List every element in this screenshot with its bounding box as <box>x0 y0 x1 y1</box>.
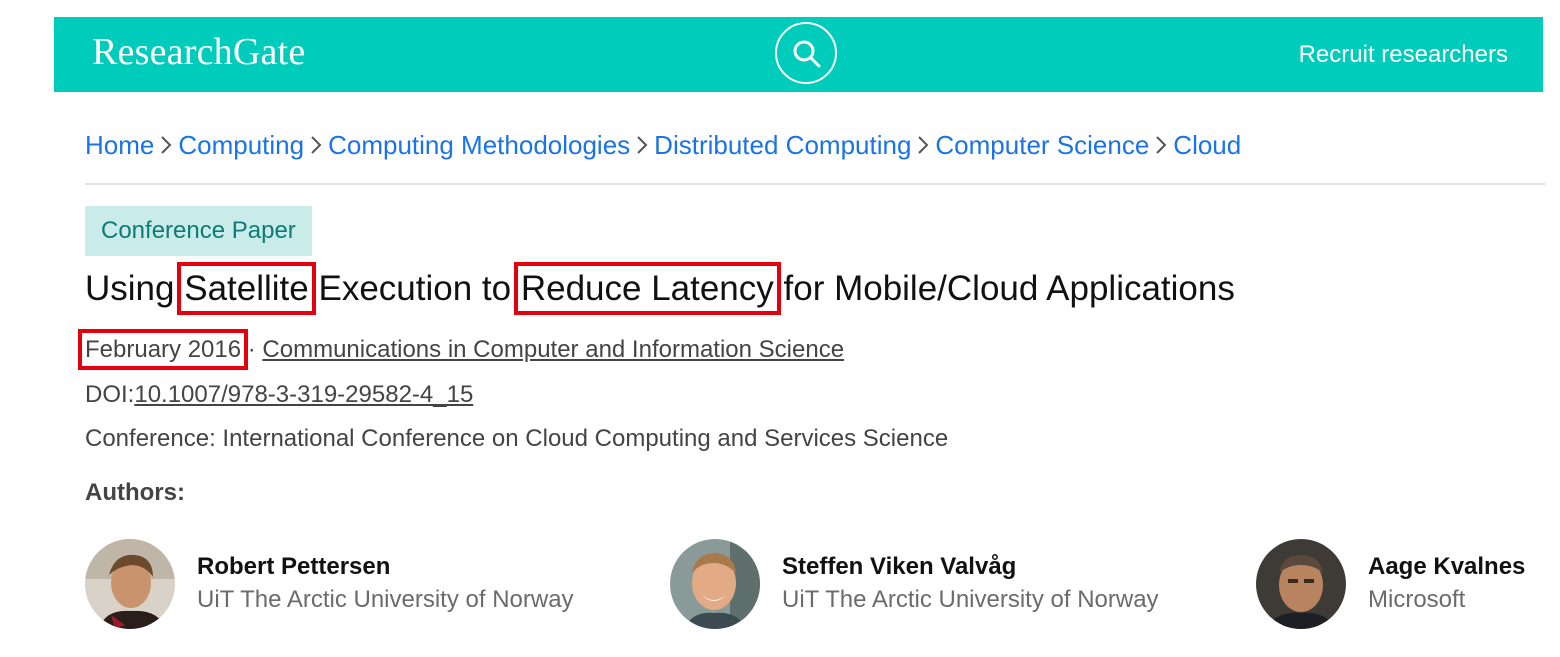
top-navbar: ResearchGate Recruit researchers <box>54 17 1543 92</box>
author-affiliation[interactable]: UiT The Arctic University of Norway <box>197 586 574 614</box>
author-name[interactable]: Robert Pettersen <box>197 553 390 581</box>
conference-info: Conference: International Conference on … <box>85 425 949 452</box>
doi-line: DOI:10.1007/978-3-319-29582-4_15 <box>85 381 473 409</box>
title-highlight-satellite: Satellite <box>177 262 316 315</box>
breadcrumb-computing[interactable]: Computing <box>178 130 304 160</box>
author-name[interactable]: Aage Kvalnes <box>1368 553 1525 581</box>
breadcrumb-home[interactable]: Home <box>85 130 154 160</box>
search-button[interactable] <box>775 22 837 84</box>
title-part: for Mobile/Cloud Applications <box>773 269 1235 308</box>
breadcrumb-cloud[interactable]: Cloud <box>1173 130 1241 160</box>
breadcrumb-distributed-computing[interactable]: Distributed Computing <box>654 130 911 160</box>
author-name[interactable]: Steffen Viken Valvåg <box>782 553 1016 581</box>
author-affiliation[interactable]: UiT The Arctic University of Norway <box>782 586 1159 614</box>
search-icon <box>793 40 821 68</box>
breadcrumb-computer-science[interactable]: Computer Science <box>935 130 1149 160</box>
divider <box>85 183 1545 185</box>
publication-date: February 2016 <box>77 329 249 370</box>
author-avatar[interactable] <box>1256 539 1346 629</box>
authors-label: Authors: <box>85 479 185 506</box>
author-avatar[interactable] <box>670 539 760 629</box>
author-avatar[interactable] <box>85 539 175 629</box>
breadcrumb: Home Computing Computing Methodologies Dist… <box>85 130 1241 163</box>
doi-link[interactable]: 10.1007/978-3-319-29582-4_15 <box>134 381 473 408</box>
paper-type-badge: Conference Paper <box>85 206 312 256</box>
author-card[interactable]: Aage Kvalnes Microsoft <box>1256 539 1556 631</box>
breadcrumb-computing-methodologies[interactable]: Computing Methodologies <box>328 130 630 160</box>
title-highlight-reduce-latency: Reduce Latency <box>513 262 781 315</box>
journal-link[interactable]: Communications in Computer and Informati… <box>262 336 844 363</box>
title-part: Using <box>85 269 185 308</box>
chevron-right-icon <box>1154 132 1168 163</box>
publication-meta: February 2016 · Communications in Comput… <box>77 329 844 370</box>
chevron-right-icon <box>635 132 649 163</box>
title-part: Execution to <box>308 269 521 308</box>
doi-label: DOI: <box>85 381 135 408</box>
chevron-right-icon <box>159 132 173 163</box>
author-affiliation[interactable]: Microsoft <box>1368 586 1465 614</box>
author-card[interactable]: Robert Pettersen UiT The Arctic Universi… <box>85 539 645 631</box>
chevron-right-icon <box>309 132 323 163</box>
meta-separator: · <box>241 336 263 363</box>
author-card[interactable]: Steffen Viken Valvåg UiT The Arctic Univ… <box>670 539 1230 631</box>
paper-title: Using Satellite Execution to Reduce Late… <box>85 262 1235 315</box>
recruit-researchers-link[interactable]: Recruit researchers <box>1299 41 1508 69</box>
chevron-right-icon <box>916 132 930 163</box>
researchgate-logo[interactable]: ResearchGate <box>92 30 305 74</box>
